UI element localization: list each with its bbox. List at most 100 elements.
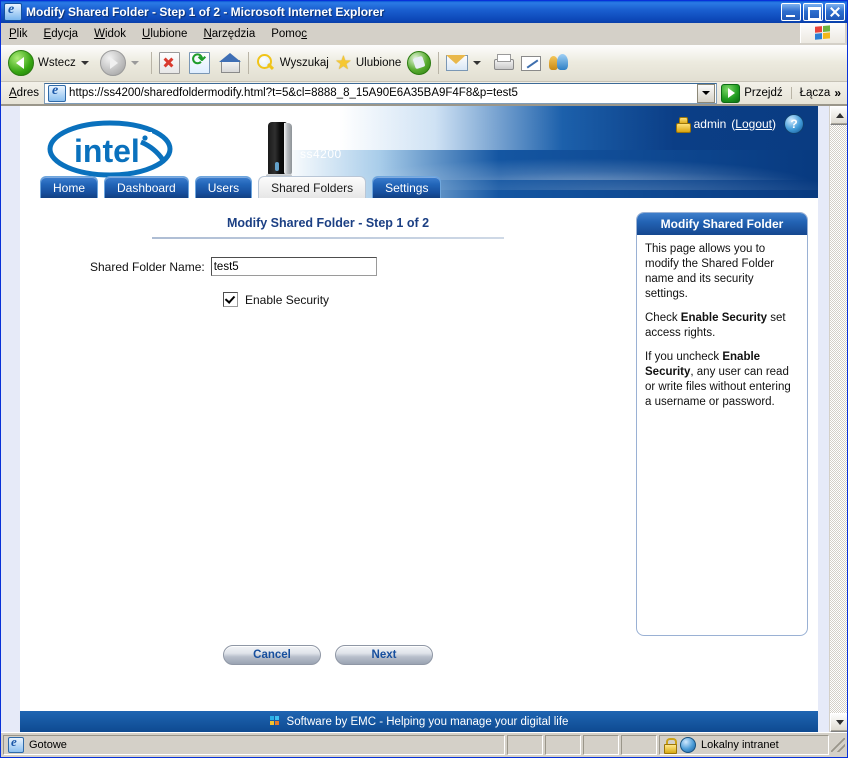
nav-tabs: Home Dashboard Users Shared Folders Sett… [40,176,442,198]
menu-label-pomoc: Pomo [271,27,302,40]
enable-security-row[interactable]: Enable Security [20,292,636,307]
links-button[interactable]: Łącza [790,87,835,99]
back-history-chevron-down-icon[interactable] [80,61,89,65]
windows-logo-button[interactable] [800,23,845,43]
menu-label-plik: lik [16,27,28,40]
help-icon[interactable]: ? [784,114,804,134]
home-icon [218,53,241,73]
refresh-button[interactable] [186,47,216,79]
address-dropdown-button[interactable] [697,83,716,103]
svg-text:intel: intel [74,133,140,169]
address-bar: Adres https://ss4200/sharedfoldermodify.… [1,82,847,105]
browser-window: Modify Shared Folder - Step 1 of 2 - Mic… [0,0,848,758]
address-input-box[interactable]: https://ss4200/sharedfoldermodify.html?t… [44,82,718,104]
next-button[interactable]: Next [335,645,433,665]
tab-users[interactable]: Users [194,176,253,198]
browser-toolbar: Wstecz Wyszukaj ★ Ulubione [1,45,847,82]
site-footer: Software by EMC - Helping you manage you… [20,711,818,732]
help-panel-title: Modify Shared Folder [637,213,807,235]
menu-item-plik[interactable]: Plik [1,26,36,42]
back-button[interactable]: Wstecz [5,47,97,79]
favorites-button[interactable]: ★ Ulubione [332,47,404,79]
shared-folder-name-input[interactable] [210,257,377,276]
web-page: intel ss4200 admin (Logout) ? Home Dashb… [1,106,829,732]
back-button-label: Wstecz [38,57,76,69]
search-icon [256,53,276,73]
title-bar: Modify Shared Folder - Step 1 of 2 - Mic… [1,1,847,23]
shared-folder-name-row: Shared Folder Name: [20,257,636,276]
tab-settings[interactable]: Settings [372,176,442,198]
star-icon: ★ [334,52,352,74]
site-container: intel ss4200 admin (Logout) ? Home Dashb… [20,106,818,732]
help-p3-pre: If you uncheck [645,351,723,363]
search-button[interactable]: Wyszukaj [253,47,332,79]
maximize-button[interactable] [803,3,823,21]
emc-logo-icon [269,716,281,727]
footer-text: Software by EMC - Helping you manage you… [286,715,569,728]
enable-security-label: Enable Security [245,292,330,307]
menu-label-ulubione: lubione [150,27,188,40]
menu-item-narzedzia[interactable]: Narzędzia [195,26,263,42]
browser-viewport: intel ss4200 admin (Logout) ? Home Dashb… [1,105,847,732]
tab-home[interactable]: Home [40,176,99,198]
back-arrow-icon [8,50,34,76]
menu-item-ulubione[interactable]: Ulubione [134,26,195,42]
go-button[interactable]: Przejdź [717,83,788,103]
address-label: Adres [9,87,40,99]
tab-dashboard[interactable]: Dashboard [104,176,189,198]
help-paragraph-2: Check Enable Security set access rights. [645,311,799,341]
enable-security-checkbox[interactable] [223,292,238,307]
user-info: admin (Logout) ? [675,114,804,134]
logout-link[interactable]: Logout [735,117,772,131]
scroll-down-button[interactable] [830,713,847,732]
resize-grip[interactable] [831,738,845,752]
mail-icon [446,55,469,71]
menu-label-narzedzia: arzędzia [211,27,256,40]
site-header: intel ss4200 admin (Logout) ? Home Dashb… [20,106,818,198]
minimize-button[interactable] [781,3,801,21]
print-button[interactable] [489,47,517,79]
menu-item-widok[interactable]: Widok [86,26,134,42]
go-button-label: Przejdź [744,87,783,99]
help-paragraph-3: If you uncheck Enable Security, any user… [645,350,799,410]
help-panel: Modify Shared Folder This page allows yo… [636,212,808,636]
help-p2-bold: Enable Security [680,312,768,324]
tab-shared-folders[interactable]: Shared Folders [258,176,367,198]
toolbar-divider-1 [150,52,152,74]
cancel-button[interactable]: Cancel [223,645,321,665]
menu-label-edycja: dycja [51,27,79,40]
messenger-button[interactable] [545,47,575,79]
page-scrollbar-vertical[interactable] [829,106,847,732]
home-button[interactable] [216,47,244,79]
security-zone-panel[interactable]: Lokalny intranet [659,735,829,755]
window-controls [781,3,845,21]
help-paragraph-1: This page allows you to modify the Share… [645,243,775,300]
media-button[interactable] [404,47,434,79]
printer-icon [492,54,515,72]
ie-document-icon [4,2,22,21]
mail-button[interactable] [443,47,489,79]
device-name: ss4200 [300,147,342,161]
close-button[interactable] [825,3,845,21]
title-divider [152,237,504,239]
toolbar-overflow-chevron-icon[interactable]: » [834,86,845,100]
forward-history-chevron-down-icon[interactable] [130,61,139,65]
menu-item-edycja[interactable]: Edycja [36,26,87,42]
status-ie-icon [8,734,24,753]
secure-lock-icon [664,738,677,754]
edit-button[interactable] [517,47,545,79]
scroll-up-button[interactable] [830,106,847,125]
toolbar-divider-2 [247,52,249,74]
menu-item-pomoc[interactable]: Pomoc [263,26,315,42]
stop-icon [158,52,180,74]
search-button-label: Wyszukaj [279,57,329,69]
favorites-button-label: Ulubione [355,57,402,69]
forward-button[interactable] [97,47,147,79]
address-url-text[interactable]: https://ss4200/sharedfoldermodify.html?t… [69,87,697,99]
help-panel-body: This page allows you to modify the Share… [637,235,807,426]
mail-chevron-down-icon[interactable] [473,61,482,65]
messenger-people-icon [548,54,572,72]
status-panel-2 [545,735,581,755]
stop-button[interactable] [156,47,186,79]
security-zone-label: Lokalny intranet [701,739,779,751]
